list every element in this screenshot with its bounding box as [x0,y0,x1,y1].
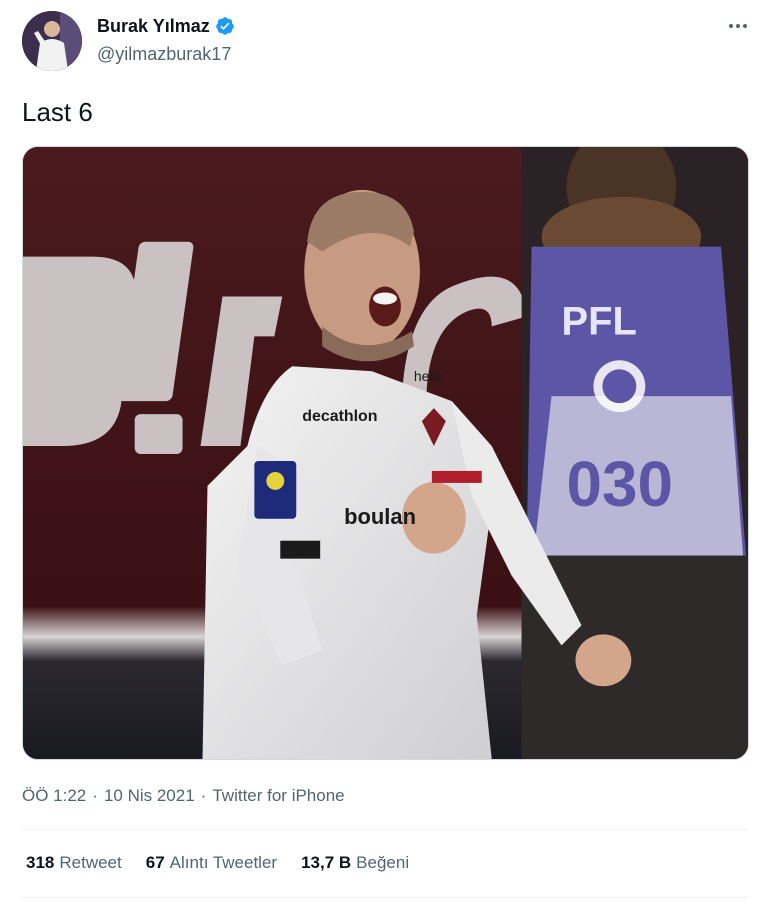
avatar-image [22,11,82,71]
author-name-row[interactable]: Burak Yılmaz [97,14,235,38]
meta-separator: · [200,786,207,805]
meta-separator: · [92,786,98,805]
author-handle[interactable]: @yilmazburak17 [97,42,231,66]
svg-text:hello: hello [414,368,444,384]
retweet-label: Retweet [59,853,122,872]
author-name[interactable]: Burak Yılmaz [97,14,210,38]
shirt-sponsor: boulan [344,504,416,529]
divider [22,897,748,898]
tweet-text: Last 6 [22,97,93,127]
avatar[interactable] [22,11,82,71]
shirt-brand: decathlon [302,408,377,425]
tweet: Burak Yılmaz @yilmazburak17 Last 6 PFL 0… [0,0,770,902]
svg-text:PFL: PFL [562,299,637,343]
like-count: 13,7 B [301,853,352,872]
quote-label: Alıntı Tweetler [169,853,278,872]
tweet-photo[interactable]: PFL 030 decathlon boulan hello [22,146,749,760]
retweet-count: 318 [26,853,55,872]
retweet-count-link[interactable]: 318 Retweet [26,851,122,875]
tweet-time[interactable]: ÖÖ 1:22 [22,784,86,808]
tweet-source-link[interactable]: Twitter for iPhone [212,784,344,808]
like-label: Beğeni [356,853,410,872]
tweet-stats: 318 Retweet 67 Alıntı Tweetler 13,7 B Be… [26,851,409,875]
more-options-icon[interactable] [726,16,750,36]
photo-image: PFL 030 decathlon boulan hello [23,147,748,759]
quote-count: 67 [145,853,165,872]
tweet-date[interactable]: 10 Nis 2021 [104,784,195,808]
verified-badge-icon [215,16,235,36]
tweet-meta: ÖÖ 1:22 · 10 Nis 2021 · Twitter for iPho… [22,784,345,808]
divider [22,829,748,830]
quote-count-link[interactable]: 67 Alıntı Tweetler [146,851,277,875]
bib-number: 030 [567,448,673,520]
like-count-link[interactable]: 13,7 B Beğeni [301,851,409,875]
